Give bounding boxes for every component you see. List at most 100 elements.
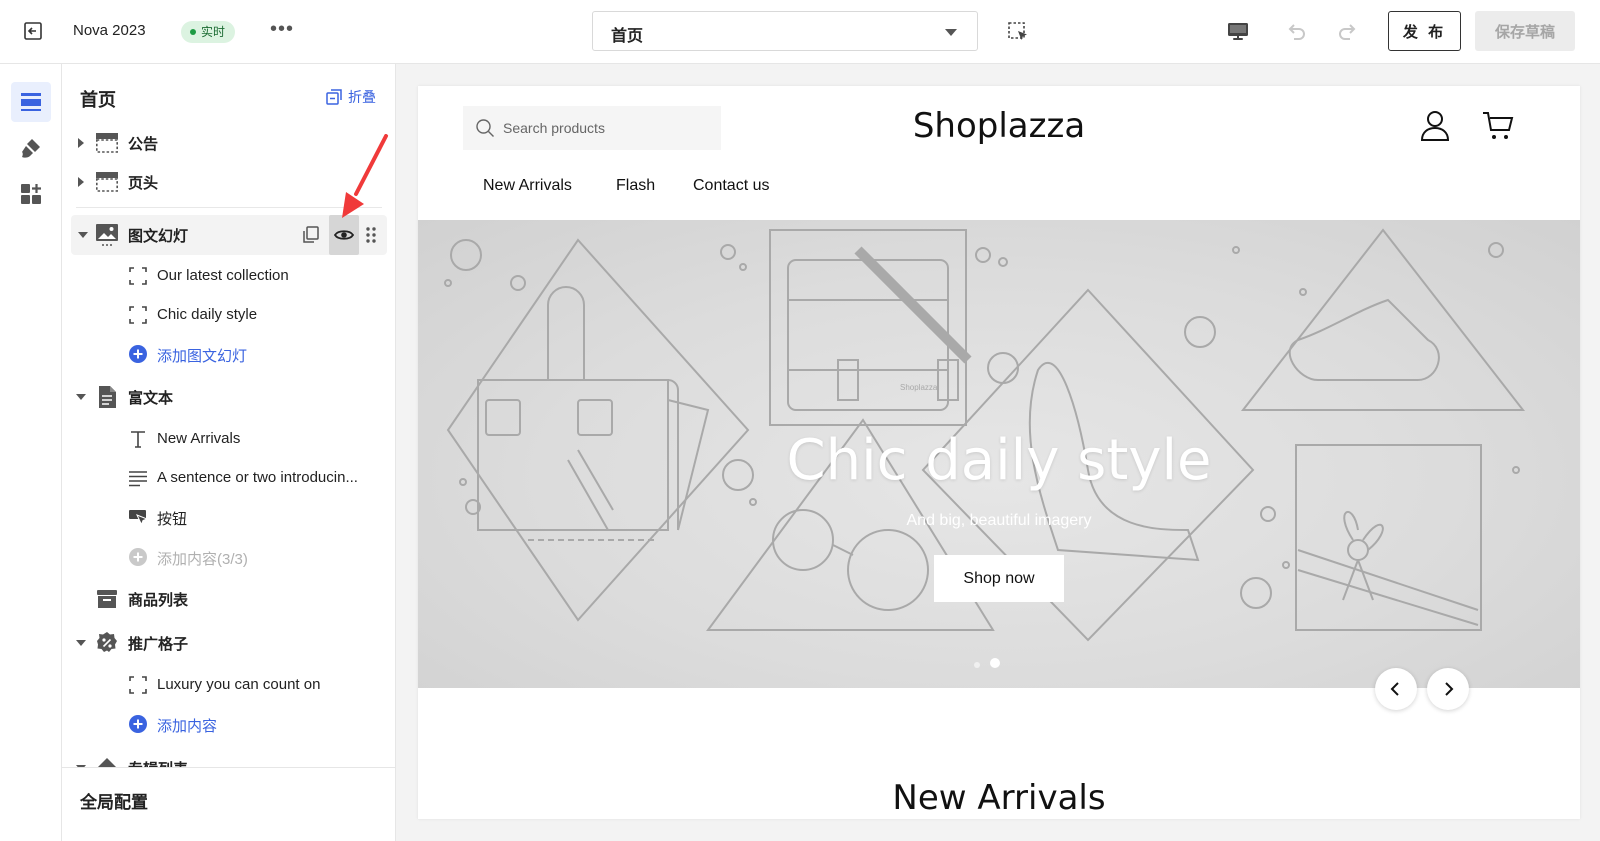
block-label: 按钮: [157, 511, 188, 528]
paint-brush-icon: [22, 139, 40, 158]
block-label: Chic daily style: [157, 306, 258, 323]
desktop-view-icon[interactable]: [1226, 20, 1250, 44]
block-item[interactable]: 按钮: [62, 499, 395, 535]
section-title: New Arrivals: [892, 778, 1106, 818]
more-options-button[interactable]: •••: [270, 18, 294, 41]
toggle-visibility-button[interactable]: [329, 215, 359, 255]
add-circle-icon: [129, 345, 147, 363]
sections-layout-icon: [21, 93, 41, 111]
text-heading-icon: [131, 431, 145, 448]
publish-button[interactable]: 发 布: [1388, 11, 1461, 51]
user-account-icon[interactable]: [1420, 110, 1450, 142]
nav-link-contact[interactable]: Contact us: [693, 177, 769, 195]
divider: [76, 207, 382, 208]
section-label: 公告: [128, 136, 159, 153]
section-label: 富文本: [128, 390, 174, 407]
block-frame-icon: [129, 267, 147, 285]
block-frame-icon: [129, 306, 147, 324]
add-apps-icon: [21, 184, 41, 204]
nav-link-new-arrivals[interactable]: New Arrivals: [483, 177, 572, 195]
hero-title: Chic daily style: [786, 428, 1212, 493]
section-label: 页头: [128, 175, 159, 192]
slideshow-icon: [96, 224, 118, 246]
element-picker-icon[interactable]: [1006, 20, 1030, 44]
add-content-disabled: 添加内容(3/3): [62, 539, 395, 575]
section-label: 图文幻灯: [128, 228, 189, 245]
button-cursor-icon: [129, 510, 148, 526]
collapse-all-button[interactable]: 折叠: [326, 87, 376, 107]
announcement-icon: [95, 133, 118, 153]
slide-dot-1[interactable]: [974, 662, 980, 668]
nav-link-flash[interactable]: Flash: [616, 177, 655, 195]
add-content-button[interactable]: 添加内容: [62, 706, 395, 742]
hero-subtitle: And big, beautiful imagery: [906, 512, 1092, 529]
exit-editor-icon[interactable]: [22, 20, 44, 42]
collapse-arrow-icon[interactable]: [78, 232, 88, 238]
collapse-arrow-icon[interactable]: [76, 640, 86, 646]
block-item[interactable]: New Arrivals: [62, 421, 395, 457]
store-logo[interactable]: Shoplazza: [418, 106, 1580, 146]
panel-title: 首页: [80, 90, 116, 110]
top-bar: Nova 2023 实时 ••• 首页 发 布 保存草稿: [0, 0, 1600, 64]
section-label: 商品列表: [128, 592, 189, 609]
rail-sections-button[interactable]: [11, 82, 51, 122]
add-slide-button[interactable]: 添加图文幻灯: [62, 336, 395, 372]
rail-theme-style-button[interactable]: [11, 128, 51, 168]
live-status-badge: 实时: [181, 21, 236, 43]
global-settings-footer[interactable]: 全局配置: [62, 767, 395, 841]
drag-handle-icon[interactable]: [363, 225, 379, 245]
add-content-label: 添加内容(3/3): [157, 551, 248, 568]
page-select-value: 首页: [611, 28, 644, 45]
redo-icon[interactable]: [1336, 19, 1360, 43]
block-frame-icon: [129, 676, 147, 694]
expand-arrow-icon[interactable]: [78, 177, 84, 187]
add-slide-label: 添加图文幻灯: [157, 348, 248, 365]
slide-prev-button[interactable]: [1375, 668, 1417, 710]
add-circle-icon: [129, 715, 147, 733]
section-product-list[interactable]: 商品列表: [62, 579, 395, 619]
section-rich-text[interactable]: 富文本: [62, 377, 395, 417]
rich-text-icon: [99, 386, 116, 408]
block-label: Our latest collection: [157, 267, 289, 284]
annotation-arrow-icon: [342, 134, 388, 218]
promo-grid-icon: [97, 632, 117, 652]
global-settings-label: 全局配置: [80, 793, 148, 812]
store-preview: Search products Shoplazza New Arrivals F…: [418, 86, 1580, 819]
chevron-right-icon: [1445, 682, 1454, 696]
left-rail: [0, 64, 62, 841]
hero-watermark: Shoplazza: [900, 383, 938, 392]
block-item[interactable]: A sentence or two introducin...: [62, 460, 395, 496]
cart-icon[interactable]: [1482, 110, 1514, 142]
page-select[interactable]: 首页: [592, 11, 978, 51]
collapse-arrow-icon[interactable]: [76, 394, 86, 400]
duplicate-icon[interactable]: [301, 225, 321, 245]
shop-now-button[interactable]: Shop now: [934, 555, 1064, 602]
expand-arrow-icon[interactable]: [78, 138, 84, 148]
hero-slideshow[interactable]: Shoplazza Chic daily style And big, beau…: [418, 220, 1580, 688]
block-item[interactable]: Luxury you can count on: [62, 667, 395, 703]
section-label: 推广格子: [128, 636, 189, 653]
product-list-icon: [97, 590, 117, 608]
eye-icon: [334, 230, 354, 240]
slide-next-button[interactable]: [1427, 668, 1469, 710]
chevron-down-icon: [945, 29, 957, 36]
add-content-label: 添加内容: [157, 718, 218, 735]
add-circle-icon: [129, 548, 147, 566]
section-slideshow[interactable]: 图文幻灯: [71, 215, 387, 255]
collapse-all-label: 折叠: [348, 89, 376, 105]
block-label: A sentence or two introducin...: [157, 469, 358, 486]
block-label: New Arrivals: [157, 430, 241, 447]
block-item[interactable]: Our latest collection: [62, 258, 395, 294]
chevron-left-icon: [1390, 682, 1399, 696]
section-promo-grid[interactable]: 推广格子: [62, 623, 395, 663]
save-draft-button[interactable]: 保存草稿: [1475, 11, 1575, 51]
rail-apps-button[interactable]: [11, 174, 51, 214]
undo-icon[interactable]: [1284, 19, 1308, 43]
collapse-icon: [326, 89, 342, 105]
block-label: Luxury you can count on: [157, 676, 321, 693]
header-icon: [95, 172, 118, 192]
paragraph-icon: [129, 471, 147, 487]
slide-dot-2-active[interactable]: [990, 658, 1000, 668]
block-item[interactable]: Chic daily style: [62, 297, 395, 333]
theme-name: Nova 2023: [73, 22, 146, 39]
